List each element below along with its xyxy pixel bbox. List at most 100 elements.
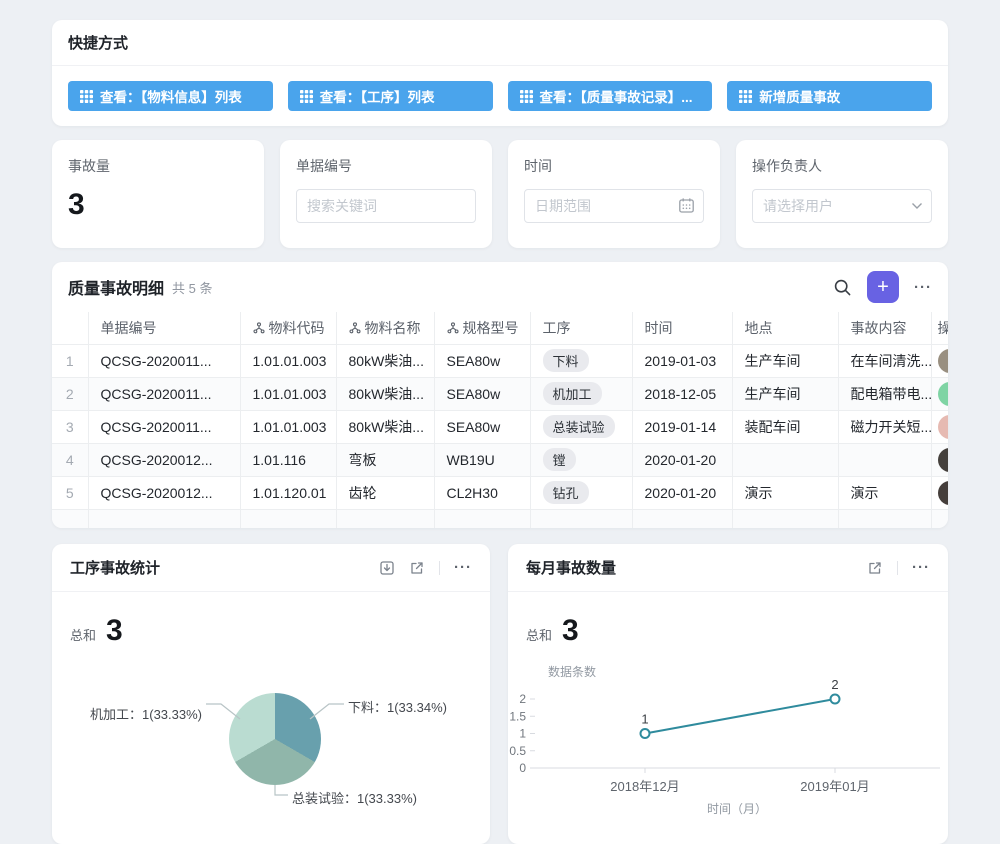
table-cell: 1.01.01.003 (240, 344, 336, 377)
svg-text:1: 1 (519, 727, 526, 741)
calendar-icon (678, 197, 695, 214)
date-range-input[interactable] (524, 189, 704, 223)
table-row[interactable]: 3QCSG-2020011...1.01.01.00380kW柴油...SEA8… (52, 410, 948, 443)
svg-text:1: 1 (641, 712, 648, 727)
table-cell: QCSG-2020011... (88, 344, 240, 377)
open-in-new-button[interactable] (867, 560, 883, 576)
grid-icon (520, 90, 533, 103)
more-icon: ··· (914, 279, 932, 296)
svg-text:时间（月）: 时间（月） (707, 802, 767, 816)
table-more-button[interactable]: ··· (914, 279, 932, 296)
shortcut-view-quality-records-button[interactable]: 查看：【质量事故记录】... (508, 81, 713, 111)
avatar (938, 481, 949, 505)
table-row[interactable]: 5QCSG-2020012...1.01.120.01齿轮CL2H30钻孔202… (52, 476, 948, 509)
table-cell: QCSG-2020012... (88, 443, 240, 476)
line-chart-title: 每月事故数量 (526, 557, 616, 578)
table-header-row: 单据编号物料代码物料名称规格型号工序时间地点事故内容操作负责人 (52, 312, 948, 344)
svg-text:2: 2 (831, 677, 838, 692)
line-chart[interactable]: 00.511.52122018年12月2019年01月数据条数时间（月） (508, 640, 948, 844)
column-header: 规格型号 (434, 312, 530, 344)
add-record-button[interactable]: + (867, 271, 899, 303)
accident-count-label: 事故量 (68, 156, 248, 176)
pie-chart[interactable] (229, 693, 321, 785)
process-tag: 下料 (543, 349, 589, 372)
table-cell (931, 377, 948, 410)
process-tag: 钻孔 (543, 481, 589, 504)
table-cell: 钻孔 (530, 476, 632, 509)
table-cell: 80kW柴油... (336, 344, 434, 377)
table-cell: 演示 (732, 476, 838, 509)
column-header: 时间 (632, 312, 732, 344)
table-cell: 2019-01-03 (632, 344, 732, 377)
table-cell (931, 410, 948, 443)
download-button[interactable] (379, 560, 395, 576)
avatar (938, 349, 949, 373)
row-number: 4 (52, 443, 88, 476)
open-in-new-button[interactable] (409, 560, 425, 576)
chevron-down-icon (911, 200, 923, 212)
table-body: 1QCSG-2020011...1.01.01.00380kW柴油...SEA8… (52, 344, 948, 528)
grid-icon (80, 90, 93, 103)
table-cell: 总装试验 (530, 410, 632, 443)
table-cell: 2018-12-05 (632, 377, 732, 410)
line-more-button[interactable]: ··· (912, 559, 930, 576)
search-icon (833, 278, 852, 297)
shortcut-buttons: 查看：【物料信息】列表 查看：【工序】列表 查看：【质量事故记录】... 新增质… (52, 66, 948, 111)
avatar (938, 448, 949, 472)
svg-text:2019年01月: 2019年01月 (800, 779, 869, 794)
table-count: 共 5 条 (172, 278, 212, 297)
avatar (938, 415, 949, 439)
pie-card-header: 工序事故统计 ··· (52, 544, 490, 592)
user-select[interactable] (752, 189, 932, 223)
column-header (52, 312, 88, 344)
doc-number-filter-card: 单据编号 (280, 140, 492, 248)
row-number: 5 (52, 476, 88, 509)
column-header: 操作负责人 (931, 312, 948, 344)
table-row[interactable]: 4QCSG-2020012...1.01.116弯板WB19U镗2020-01-… (52, 443, 948, 476)
shortcut-view-material-list-button[interactable]: 查看：【物料信息】列表 (68, 81, 273, 111)
pie-sum-value: 3 (106, 614, 123, 648)
table-cell: SEA80w (434, 377, 530, 410)
row-number: 3 (52, 410, 88, 443)
table-cell: 镗 (530, 443, 632, 476)
table-row-empty (52, 509, 948, 528)
quality-accident-table: 单据编号物料代码物料名称规格型号工序时间地点事故内容操作负责人 1QCSG-20… (52, 312, 948, 528)
table-cell: CL2H30 (434, 476, 530, 509)
svg-text:1.5: 1.5 (509, 709, 526, 723)
quality-accident-table-card: 质量事故明细 共 5 条 + ··· 单据编号物料代码物料名称规格型号工序时间地… (52, 262, 948, 528)
plus-icon: + (877, 276, 889, 298)
pie-more-button[interactable]: ··· (454, 559, 472, 576)
doc-number-label: 单据编号 (296, 156, 476, 176)
table-cell: SEA80w (434, 344, 530, 377)
table-cell (732, 443, 838, 476)
shortcut-view-process-list-button[interactable]: 查看：【工序】列表 (288, 81, 493, 111)
table-cell: SEA80w (434, 410, 530, 443)
operator-filter-label: 操作负责人 (752, 156, 932, 176)
table-title: 质量事故明细 (68, 275, 164, 299)
table-cell: QCSG-2020011... (88, 410, 240, 443)
shortcuts-header: 快捷方式 (52, 20, 948, 66)
table-cell: 2020-01-20 (632, 443, 732, 476)
grid-icon (739, 90, 752, 103)
column-header: 物料代码 (240, 312, 336, 344)
row-number: 1 (52, 344, 88, 377)
table-cell: 下料 (530, 344, 632, 377)
table-cell (931, 443, 948, 476)
table-cell: 80kW柴油... (336, 410, 434, 443)
shortcut-add-quality-accident-button[interactable]: 新增质量事故 (727, 81, 932, 111)
table-cell: 磁力开关短... (838, 410, 931, 443)
table-row[interactable]: 2QCSG-2020011...1.01.01.00380kW柴油...SEA8… (52, 377, 948, 410)
relation-icon (447, 322, 459, 334)
table-cell: 在车间清洗... (838, 344, 931, 377)
column-header: 地点 (732, 312, 838, 344)
search-button[interactable] (833, 278, 852, 297)
table-row[interactable]: 1QCSG-2020011...1.01.01.00380kW柴油...SEA8… (52, 344, 948, 377)
pie-label-zongzhuangshiyan: 总装试验：1(33.33%) (292, 788, 417, 807)
table-cell: WB19U (434, 443, 530, 476)
shortcuts-card: 快捷方式 查看：【物料信息】列表 查看：【工序】列表 查看：【质量事故记录】..… (52, 20, 948, 126)
table-cell (931, 344, 948, 377)
open-in-new-icon (867, 560, 883, 576)
doc-number-search-input[interactable] (296, 189, 476, 223)
table-card-header: 质量事故明细 共 5 条 + ··· (52, 262, 948, 312)
table-cell: 80kW柴油... (336, 377, 434, 410)
